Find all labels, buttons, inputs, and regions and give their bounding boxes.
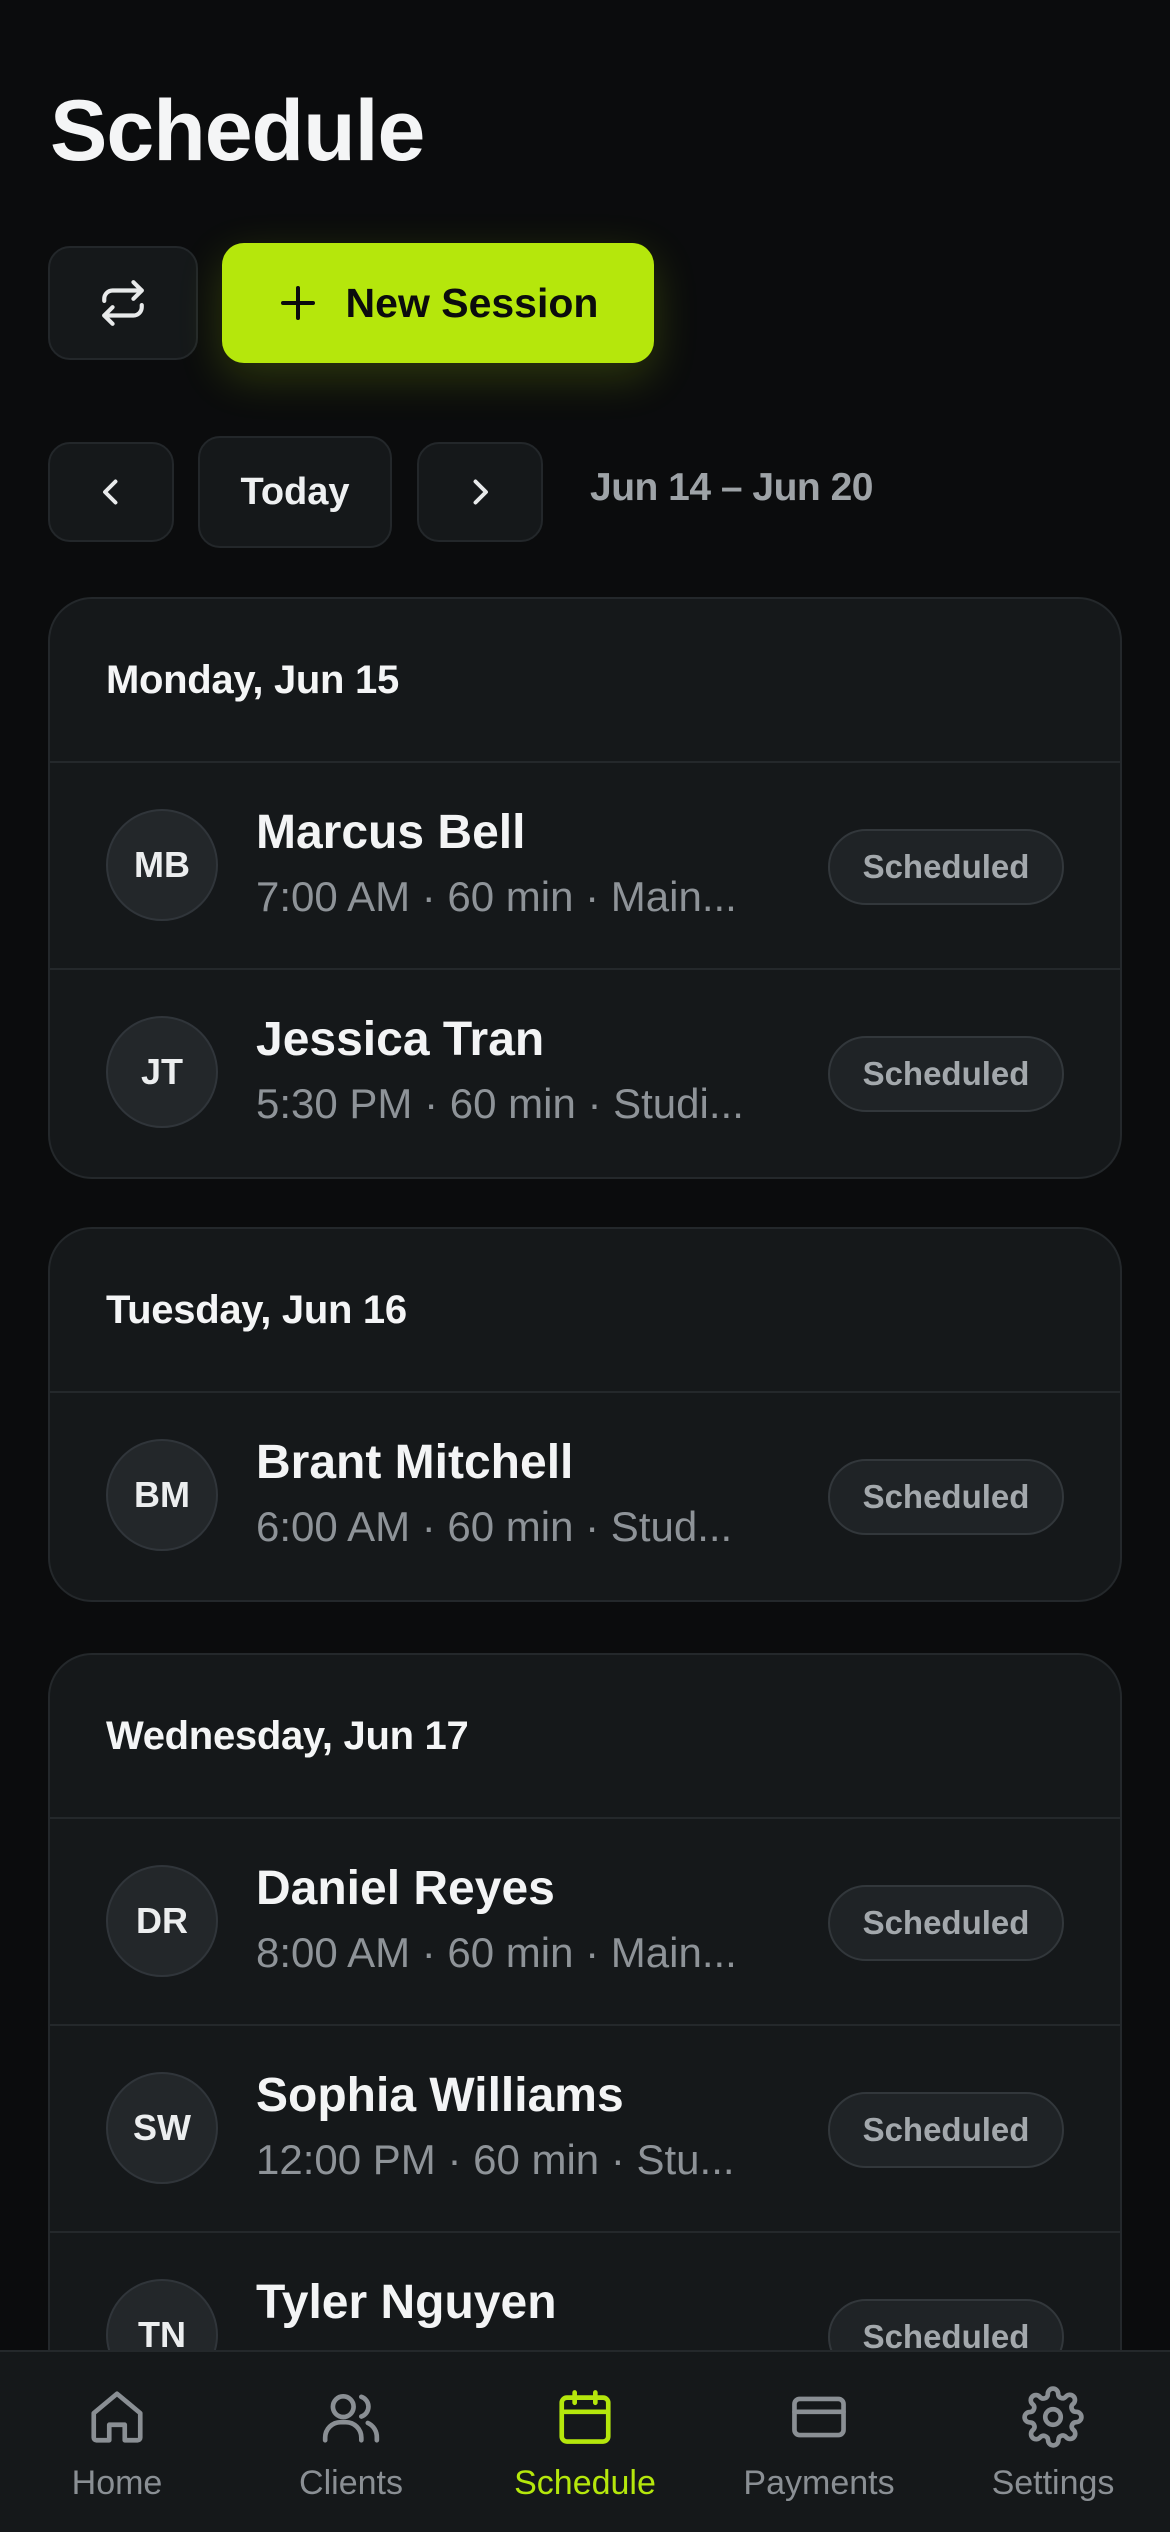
avatar: MB: [106, 809, 218, 921]
status-badge: Scheduled: [828, 1885, 1064, 1961]
status-badge: Scheduled: [828, 2299, 1064, 2350]
tab-clients[interactable]: Clients: [234, 2352, 468, 2532]
day-card-monday: Monday, Jun 15 MB Marcus Bell 7:00 AM · …: [48, 597, 1122, 1179]
home-icon: [91, 2391, 143, 2443]
client-name: Daniel Reyes: [256, 1862, 555, 1915]
client-name: Marcus Bell: [256, 806, 526, 859]
day-header: Wednesday, Jun 17: [50, 1655, 1120, 1819]
client-name: Jessica Tran: [256, 1013, 545, 1066]
today-button[interactable]: Today: [198, 436, 392, 548]
avatar: BM: [106, 1439, 218, 1551]
screen: Schedule New Session Today Jun 14 – Jun …: [0, 0, 1170, 2532]
session-meta: 7:00 AM · 60 min · Main...: [256, 873, 737, 920]
avatar: TN: [106, 2279, 218, 2350]
tab-label: Schedule: [514, 2464, 656, 2502]
status-badge: Scheduled: [828, 829, 1064, 905]
schedule-scroll-area[interactable]: Schedule New Session Today Jun 14 – Jun …: [0, 0, 1170, 2350]
day-header: Monday, Jun 15: [50, 599, 1120, 763]
session-row[interactable]: DR Daniel Reyes 8:00 AM · 60 min · Main.…: [50, 1819, 1120, 2026]
calendar-icon: [559, 2390, 611, 2444]
gear-icon: [1022, 2386, 1084, 2448]
new-session-button[interactable]: New Session: [222, 243, 654, 363]
users-icon: [322, 2394, 380, 2443]
page-title: Schedule: [50, 83, 425, 179]
tab-schedule[interactable]: Schedule: [468, 2352, 702, 2532]
avatar: DR: [106, 1865, 218, 1977]
session-row[interactable]: TN Tyler Nguyen Scheduled: [50, 2233, 1120, 2350]
status-badge: Scheduled: [828, 2092, 1064, 2168]
avatar: SW: [106, 2072, 218, 2184]
plus-icon: [280, 286, 315, 320]
client-name: Sophia Williams: [256, 2069, 624, 2122]
client-name: Brant Mitchell: [256, 1436, 574, 1489]
bottom-tab-bar: Home Clients Schedule Payments Settings: [0, 2350, 1170, 2532]
session-meta: 8:00 AM · 60 min · Main...: [256, 1929, 737, 1976]
tab-label: Settings: [991, 2464, 1115, 2502]
day-card-tuesday: Tuesday, Jun 16 BM Brant Mitchell 6:00 A…: [48, 1227, 1122, 1602]
session-row[interactable]: BM Brant Mitchell 6:00 AM · 60 min · Stu…: [50, 1393, 1120, 1600]
tab-settings[interactable]: Settings: [936, 2352, 1170, 2532]
tab-label: Home: [71, 2464, 163, 2502]
previous-week-button[interactable]: [48, 442, 174, 542]
session-meta: 5:30 PM · 60 min · Studi...: [256, 1080, 744, 1127]
credit-card-icon: [792, 2396, 846, 2438]
day-card-wednesday: Wednesday, Jun 17 DR Daniel Reyes 8:00 A…: [48, 1653, 1122, 2350]
tab-label: Payments: [743, 2464, 895, 2502]
tab-home[interactable]: Home: [0, 2352, 234, 2532]
session-row[interactable]: SW Sophia Williams 12:00 PM · 60 min · S…: [50, 2026, 1120, 2233]
session-row[interactable]: JT Jessica Tran 5:30 PM · 60 min · Studi…: [50, 970, 1120, 1177]
chevron-left-icon: [103, 479, 118, 505]
session-row[interactable]: MB Marcus Bell 7:00 AM · 60 min · Main..…: [50, 763, 1120, 970]
next-week-button[interactable]: [417, 442, 543, 542]
status-badge: Scheduled: [828, 1036, 1064, 1112]
avatar: JT: [106, 1016, 218, 1128]
date-range-label: Jun 14 – Jun 20: [590, 466, 873, 509]
session-meta: 12:00 PM · 60 min · Stu...: [256, 2136, 735, 2183]
status-badge: Scheduled: [828, 1459, 1064, 1535]
new-session-label: New Session: [345, 279, 599, 326]
session-meta: 6:00 AM · 60 min · Stud...: [256, 1503, 733, 1550]
chevron-right-icon: [473, 479, 488, 505]
tab-payments[interactable]: Payments: [702, 2352, 936, 2532]
tab-label: Clients: [299, 2464, 403, 2502]
swap-view-button[interactable]: [48, 246, 198, 360]
day-header: Tuesday, Jun 16: [50, 1229, 1120, 1393]
client-name: Tyler Nguyen: [256, 2276, 557, 2329]
swap-arrows-icon: [102, 280, 144, 326]
